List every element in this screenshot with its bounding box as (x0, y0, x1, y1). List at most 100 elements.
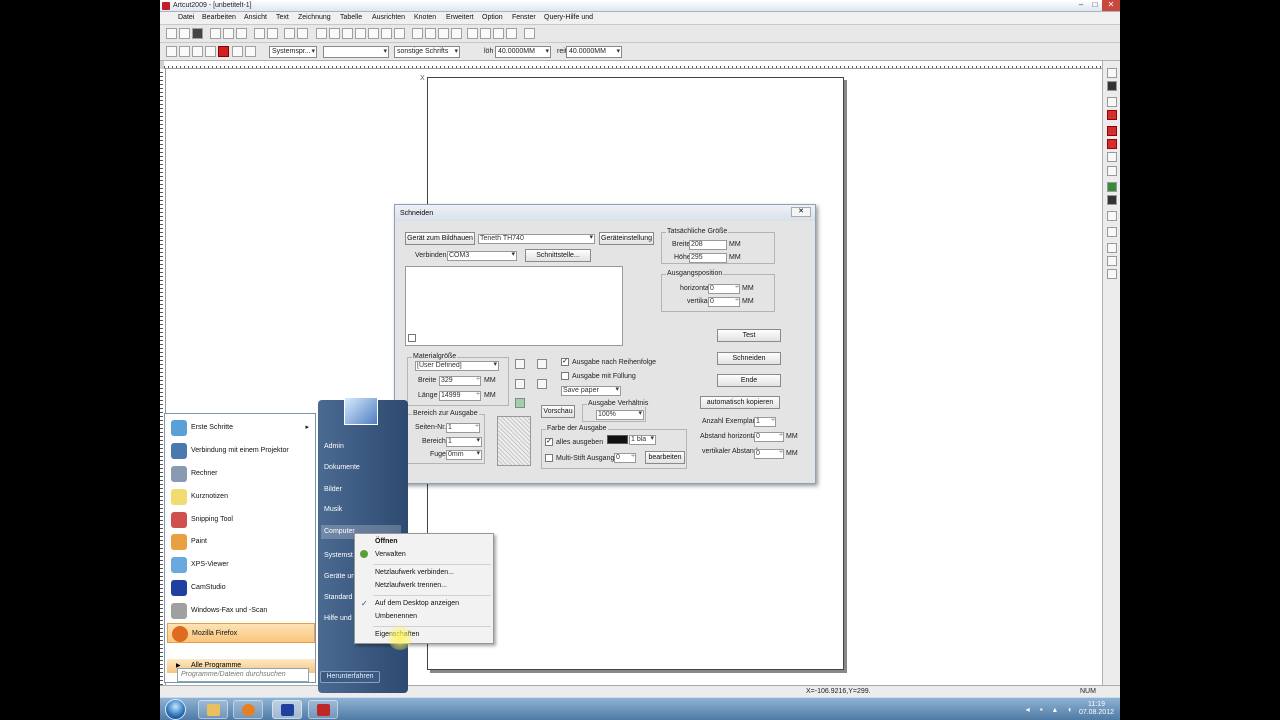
align-right-icon[interactable] (493, 28, 504, 39)
material-width-field[interactable]: 329 (439, 376, 481, 386)
menu-zeichnung[interactable]: Zeichnung (298, 14, 331, 21)
menu-ausrichten[interactable]: Ausrichten (372, 14, 405, 21)
font-style-combo[interactable]: sonstige Schrifts (394, 46, 460, 58)
zoom-all-icon[interactable] (245, 46, 256, 57)
start-right-default-programs[interactable]: Standard (324, 594, 352, 601)
zoom-out-icon[interactable] (179, 46, 190, 57)
actual-height-field[interactable]: 295 (689, 253, 727, 263)
hgap-field[interactable]: 0 (754, 432, 784, 442)
text-tool-icon[interactable] (1107, 211, 1117, 221)
rectangle-tool-icon[interactable] (1107, 110, 1117, 120)
multi-pen-checkbox[interactable] (545, 454, 553, 462)
color-select[interactable]: 1 bla (629, 435, 656, 445)
interface-button[interactable]: Schnittstelle... (525, 249, 591, 262)
program-snipping-tool[interactable]: Snipping Tool (167, 510, 315, 530)
italic-icon[interactable] (438, 28, 449, 39)
open-file-icon[interactable] (179, 28, 190, 39)
order-checkbox[interactable]: ✓ (561, 358, 569, 366)
material-length-field[interactable]: 14999 (439, 391, 481, 401)
menu-text[interactable]: Text (276, 14, 289, 21)
size-combo[interactable] (323, 46, 389, 58)
ctx-disconnect-drive[interactable]: Netzlaufwerk trennen... (375, 582, 447, 589)
text-icon[interactable] (412, 28, 423, 39)
save-paper-select[interactable]: Save paper (561, 386, 621, 396)
start-orb-button[interactable] (165, 699, 186, 720)
import-icon[interactable] (267, 28, 278, 39)
tools-icon[interactable] (368, 28, 379, 39)
program-xps-viewer[interactable]: XPS-Viewer (167, 555, 315, 575)
paste-icon[interactable] (236, 28, 247, 39)
device-button[interactable]: Gerät zum Bildhauen (405, 232, 475, 245)
vertical-field[interactable]: 0 (708, 297, 740, 307)
dialog-close-button[interactable]: ✕ (791, 207, 811, 217)
taskbar-explorer[interactable] (198, 700, 228, 719)
menu-knoten[interactable]: Knoten (414, 14, 436, 21)
save-icon[interactable] (192, 28, 203, 39)
start-right-music[interactable]: Musik (324, 506, 342, 513)
redo-icon[interactable] (297, 28, 308, 39)
scan-icon[interactable] (316, 28, 327, 39)
zoom-page-icon[interactable] (192, 46, 203, 57)
trim-tool-icon[interactable] (1107, 256, 1117, 266)
menu-option[interactable]: Option (482, 14, 503, 21)
justify-icon[interactable] (506, 28, 517, 39)
node-icon[interactable] (394, 28, 405, 39)
program-calculator[interactable]: Rechner (167, 464, 315, 484)
plot-icon[interactable] (329, 28, 340, 39)
page-number-field[interactable]: 1 (446, 423, 480, 433)
program-camstudio[interactable]: CamStudio (167, 578, 315, 598)
taskbar-camstudio[interactable] (272, 700, 302, 719)
transform-tool-icon[interactable] (1107, 152, 1117, 162)
program-fax-scan[interactable]: Windows-Fax und -Scan (167, 601, 315, 621)
fill-tool-icon[interactable] (1107, 126, 1117, 136)
shutdown-button[interactable]: Herunterfahren (320, 671, 380, 683)
start-right-documents[interactable]: Dokumente (324, 464, 360, 471)
auto-copy-button[interactable]: automatisch kopieren (700, 396, 780, 409)
width-input[interactable]: 40.0000MM (495, 46, 551, 58)
menu-bearbeiten[interactable]: Bearbeiten (202, 14, 236, 21)
align-icon-1[interactable] (515, 379, 525, 389)
tray-icons[interactable]: ◂ ▪ ▴ ◖ (1026, 705, 1076, 714)
layout-icon-1[interactable] (515, 359, 525, 369)
program-sticky-notes[interactable]: Kurznotizen (167, 487, 315, 507)
test-button[interactable]: Test (717, 329, 781, 342)
maximize-button[interactable]: □ (1088, 0, 1102, 11)
table-tool-icon[interactable] (1107, 166, 1117, 176)
area-select[interactable]: 1 (446, 437, 482, 447)
select-tool-icon[interactable] (1107, 68, 1117, 78)
menu-tabelle[interactable]: Tabelle (340, 14, 362, 21)
edit-tool-icon[interactable] (1107, 97, 1117, 107)
ctx-show-desktop[interactable]: Auf dem Desktop anzeigen (375, 600, 459, 607)
program-getting-started[interactable]: Erste Schritte ▸ (167, 418, 315, 438)
menu-query-hilfe[interactable]: Query-Hilfe und (544, 14, 593, 21)
copy-icon[interactable] (223, 28, 234, 39)
actual-width-field[interactable]: 208 (689, 240, 727, 250)
height-input[interactable]: 40.0000MM (566, 46, 622, 58)
pen-tool-icon[interactable] (1107, 81, 1117, 91)
outline-tool-icon[interactable] (1107, 139, 1117, 149)
start-right-control-panel[interactable]: Systemst (324, 552, 353, 559)
clock[interactable]: 11:19 07.08.2012 (1079, 701, 1114, 717)
zoom-select-icon[interactable] (232, 46, 243, 57)
color-preview-icon[interactable] (515, 398, 525, 408)
align-left-icon[interactable] (467, 28, 478, 39)
start-right-help[interactable]: Hilfe und (324, 615, 352, 622)
menu-datei[interactable]: Datei (178, 14, 194, 21)
text-fit-icon[interactable] (425, 28, 436, 39)
edit-color-button[interactable]: bearbeiten (645, 451, 685, 464)
new-file-icon[interactable] (166, 28, 177, 39)
fill-checkbox[interactable] (561, 372, 569, 380)
cut-button[interactable]: Schneiden (717, 352, 781, 365)
minimize-button[interactable]: – (1074, 0, 1088, 11)
taskbar-artcut[interactable] (308, 700, 338, 719)
close-button[interactable]: ✕ (1102, 0, 1120, 11)
text-path-icon[interactable] (451, 28, 462, 39)
grid-icon[interactable] (355, 28, 366, 39)
vgap-field[interactable]: 0 (754, 449, 784, 459)
copies-field[interactable]: 1 (754, 417, 776, 427)
multi-pen-field[interactable]: 0 (614, 453, 636, 463)
menu-erweitert[interactable]: Erweitert (446, 14, 474, 21)
dollar-tool-icon[interactable] (1107, 227, 1117, 237)
zoom-in-icon[interactable] (166, 46, 177, 57)
vertical-text-icon[interactable] (524, 28, 535, 39)
